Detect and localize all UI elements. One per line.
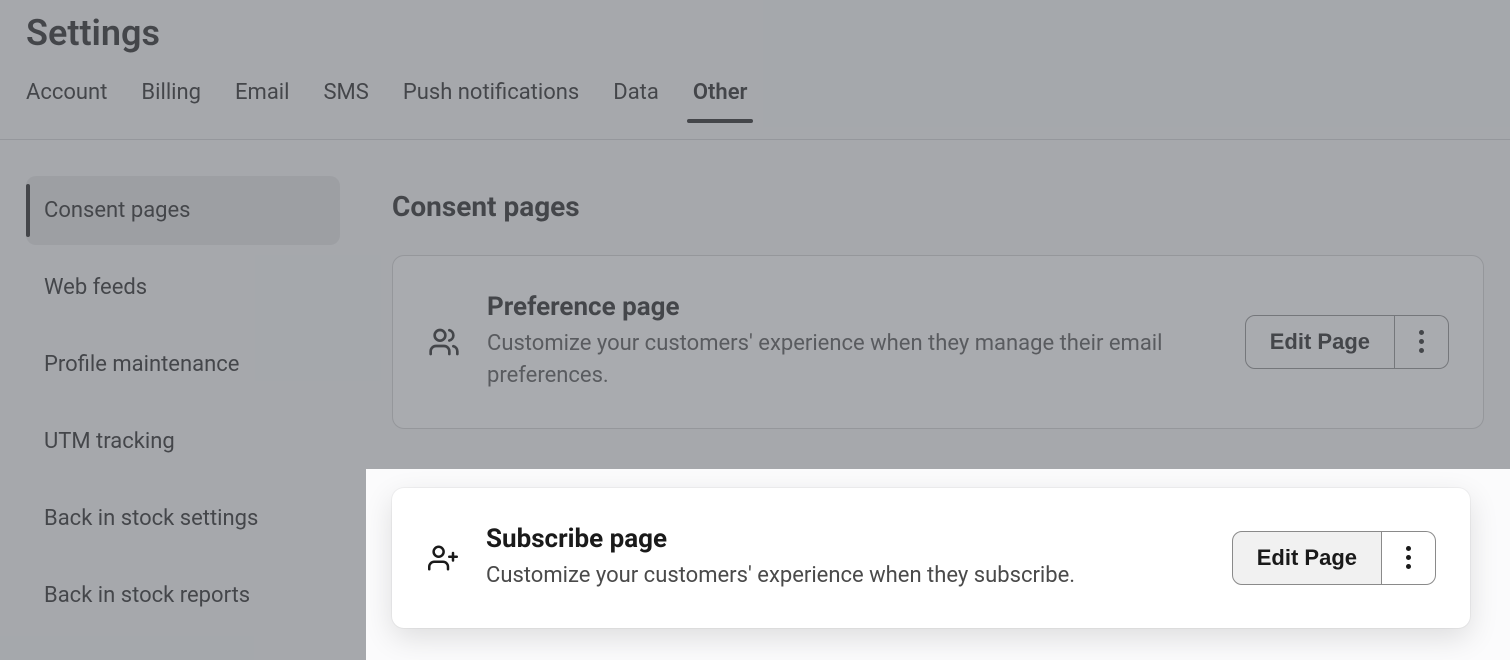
sidebar-item-web-feeds[interactable]: Web feeds	[26, 253, 340, 322]
person-add-icon	[426, 543, 460, 573]
main-content: Consent pages Preference page Customize …	[392, 190, 1484, 465]
card-desc: Customize your customers' experience whe…	[486, 560, 1206, 592]
kebab-icon	[1419, 330, 1424, 353]
sidebar-item-back-in-stock-settings[interactable]: Back in stock settings	[26, 484, 340, 553]
edit-page-button[interactable]: Edit Page	[1245, 315, 1395, 369]
card-preference-page: Preference page Customize your customers…	[392, 255, 1484, 429]
edit-page-button[interactable]: Edit Page	[1232, 531, 1382, 585]
sidebar-item-utm-tracking[interactable]: UTM tracking	[26, 407, 340, 476]
card-title: Preference page	[487, 292, 1219, 322]
page-title: Settings	[26, 12, 160, 54]
tab-other[interactable]: Other	[693, 80, 748, 123]
card-title: Subscribe page	[486, 524, 1206, 554]
tab-push-notifications[interactable]: Push notifications	[403, 80, 579, 123]
tab-email[interactable]: Email	[235, 80, 289, 123]
sidebar-item-profile-maintenance[interactable]: Profile maintenance	[26, 330, 340, 399]
card-desc: Customize your customers' experience whe…	[487, 328, 1219, 392]
people-icon	[427, 326, 461, 358]
section-title: Consent pages	[392, 190, 1484, 223]
sidebar: Consent pages Web feeds Profile maintena…	[26, 176, 340, 630]
card-overflow-menu[interactable]	[1395, 315, 1449, 369]
tab-divider	[0, 139, 1510, 140]
tabs: Account Billing Email SMS Push notificat…	[26, 80, 747, 123]
tab-billing[interactable]: Billing	[141, 80, 201, 123]
card-subscribe-page: Subscribe page Customize your customers'…	[392, 488, 1470, 628]
card-overflow-menu[interactable]	[1382, 531, 1436, 585]
sidebar-item-consent-pages[interactable]: Consent pages	[26, 176, 340, 245]
sidebar-item-back-in-stock-reports[interactable]: Back in stock reports	[26, 561, 340, 630]
tab-sms[interactable]: SMS	[323, 80, 368, 123]
tab-account[interactable]: Account	[26, 80, 107, 123]
kebab-icon	[1406, 546, 1411, 569]
tab-data[interactable]: Data	[613, 80, 659, 123]
